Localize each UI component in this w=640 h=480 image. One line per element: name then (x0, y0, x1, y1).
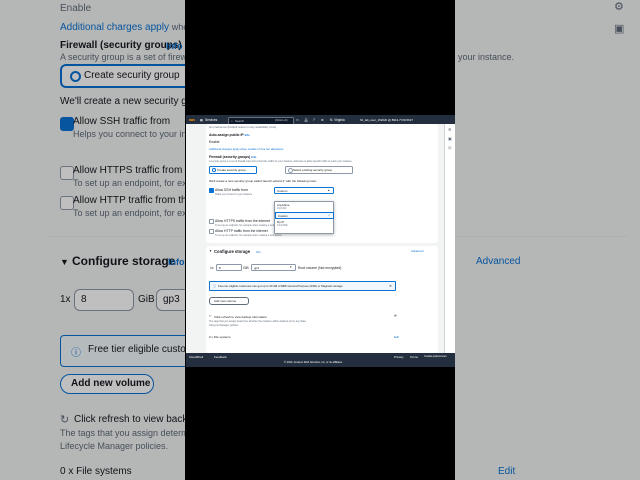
root-volume-label: Root volume (Not encrypted) (298, 265, 342, 270)
click-refresh-text: Click refresh to view backup information (214, 314, 268, 319)
info-circle-icon: ⓘ (213, 284, 217, 288)
advanced-link[interactable]: Advanced (411, 249, 423, 253)
chevron-up-icon: ▴ (328, 188, 330, 193)
select-sg-option[interactable]: Select existing security group (285, 166, 353, 174)
settings-panel-icon[interactable]: ⚙ (448, 127, 452, 132)
dim-overlay-right (455, 0, 640, 480)
cloudshell-link[interactable]: CloudShell (189, 355, 203, 359)
refresh-icon[interactable]: ↻ (209, 314, 212, 318)
footer-bar: CloudShell Feedback Privacy Terms Cookie… (186, 353, 455, 367)
firewall-title: Firewall (security groups) Info (209, 155, 257, 159)
check-icon: ✓ (328, 213, 331, 218)
search-icon: ⌕ (231, 118, 233, 123)
ssh-source-dropdown: Anywhere 0.0.0.0/0 Custom ✓ My IP 0.0.0.… (274, 201, 334, 234)
volume-qty: 1x (210, 265, 214, 270)
free-tier-alert: ⓘ Free tier eligible customers can get u… (209, 281, 396, 291)
allow-https-label: Allow HTTPS traffic from the internet (215, 218, 270, 223)
add-volume-button[interactable]: Add new volume (209, 297, 249, 305)
aws-logo[interactable]: aws (189, 118, 195, 122)
https-checkbox[interactable] (209, 219, 214, 224)
storage-info-link[interactable]: Info (256, 250, 261, 254)
auto-assign-value: Enable (209, 140, 220, 144)
chevron-down-icon: ▾ (290, 265, 292, 270)
services-menu[interactable]: Services (205, 118, 217, 122)
reload-icon[interactable]: ⟳ (394, 314, 397, 318)
browser-window: aws ▦ Services ⌕ Search [Option+S] ▭ 🔔︎ … (186, 115, 455, 367)
tags-desc: The tags that you assign determine wheth… (209, 319, 306, 323)
dropdown-option-anywhere[interactable]: Anywhere 0.0.0.0/0 (275, 202, 333, 212)
region-selector[interactable]: N. Virginia (330, 118, 345, 122)
edit-file-systems-link[interactable]: Edit (394, 335, 399, 339)
privacy-link[interactable]: Privacy (394, 355, 403, 359)
services-icon[interactable]: ▦ (200, 118, 203, 122)
copyright-text: © 2024, Amazon Web Services, Inc. or its… (284, 360, 343, 364)
ssh-checkbox[interactable] (209, 188, 214, 193)
dropdown-option-custom[interactable]: Custom ✓ (275, 212, 334, 219)
ssh-source-select[interactable]: Custom ▴ (274, 187, 334, 194)
account-menu[interactable]: hh_lab_user_152620 @ 8913-7729-5627 (360, 118, 413, 122)
settings-icon[interactable]: ⚙ (321, 118, 324, 122)
http-desc: To set up an endpoint, for example when … (215, 233, 282, 237)
close-icon[interactable]: ✕ (389, 284, 392, 288)
ssh-desc: Helps you connect to your instance (215, 192, 253, 196)
help-panel-icon[interactable]: ◎ (448, 145, 452, 150)
top-nav-bar: aws ▦ Services ⌕ Search [Option+S] ▭ 🔔︎ … (186, 115, 455, 125)
cloudshell-icon[interactable]: ▭ (296, 118, 299, 122)
allow-http-label: Allow HTTP traffic from the internet (215, 228, 268, 233)
right-utility-panel: ⚙ ▣ ◎ (444, 124, 455, 353)
allow-ssh-label: Allow SSH traffic from (215, 187, 248, 192)
notifications-icon[interactable]: 🔔︎ (304, 118, 308, 122)
https-desc: To set up an endpoint, for example when … (215, 223, 282, 227)
dropdown-option-my-ip[interactable]: My IP 0.0.0.0/32 (275, 219, 333, 229)
http-checkbox[interactable] (209, 229, 214, 234)
storage-card: ▼ Configure storage Info Advanced 1x 8 G… (206, 246, 438, 353)
create-sg-radio[interactable] (212, 168, 216, 172)
lifecycle-text: Lifecycle Manager policies. (209, 324, 240, 327)
dim-overlay-left (0, 0, 185, 480)
we-create-text: We'll create a new security group called… (209, 179, 317, 183)
cookie-preferences-link[interactable]: Cookie preferences (424, 355, 447, 358)
file-systems-label: 0 x File systems (209, 335, 231, 339)
collapse-caret-icon[interactable]: ▼ (209, 249, 212, 253)
terms-link[interactable]: Terms (410, 355, 418, 359)
main-content: No preference (Default subnet in any ava… (186, 124, 444, 353)
volume-type-select[interactable]: gp3 ▾ (251, 264, 296, 271)
help-icon[interactable]: ? (313, 118, 315, 122)
gib-label: GiB (243, 265, 249, 270)
volume-size-input[interactable]: 8 (216, 264, 242, 271)
auto-assign-label: Auto-assign public IP Info (209, 133, 250, 137)
create-sg-option[interactable]: Create security group (209, 166, 257, 174)
storage-title: Configure storage (214, 248, 251, 254)
feedback-link[interactable]: Feedback (214, 355, 227, 359)
additional-charges-link[interactable]: Additional charges apply when outside of… (209, 147, 283, 151)
subnet-preference: No preference (Default subnet in any ava… (209, 125, 277, 129)
info-panel-icon[interactable]: ▣ (448, 136, 452, 141)
firewall-desc: A security group is a set of firewall ru… (209, 160, 353, 163)
